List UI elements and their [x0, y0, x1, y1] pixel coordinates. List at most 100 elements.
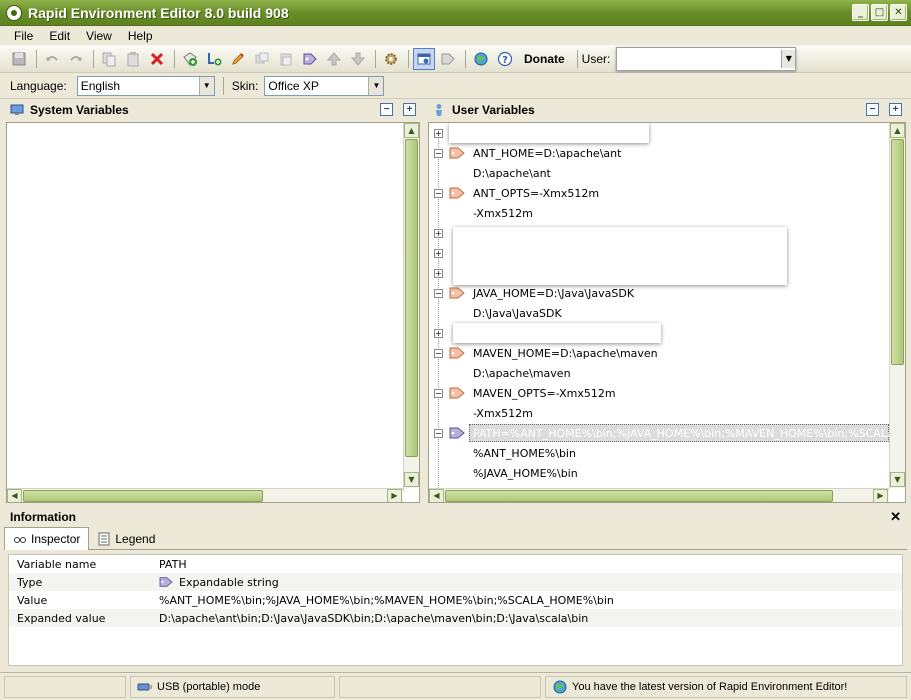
- expand-icon[interactable]: +: [434, 268, 443, 278]
- expand-icon[interactable]: +: [434, 328, 443, 338]
- copy-variable-button[interactable]: [251, 48, 273, 70]
- scroll-thumb[interactable]: [445, 490, 833, 502]
- scroll-up-button[interactable]: ▲: [404, 123, 419, 138]
- tree-row-label: %JAVA_HOME%\bin: [473, 466, 578, 480]
- help-button[interactable]: ?: [494, 48, 516, 70]
- expand-icon[interactable]: +: [434, 248, 443, 258]
- globe-icon: [474, 52, 488, 65]
- expand-icon[interactable]: +: [434, 128, 443, 138]
- scroll-thumb[interactable]: [891, 139, 904, 365]
- tree-row-value[interactable]: D:\apache\ant: [429, 163, 889, 183]
- tree-row-value[interactable]: %ANT_HOME%\bin: [429, 443, 889, 463]
- expandable-string-button[interactable]: [299, 48, 321, 70]
- scroll-right-button[interactable]: ▶: [387, 489, 402, 502]
- scroll-down-button[interactable]: ▼: [404, 472, 419, 487]
- collapse-icon[interactable]: −: [434, 428, 443, 438]
- user-horizontal-scrollbar[interactable]: ◀ ▶: [429, 488, 889, 502]
- tree-row-variable[interactable]: − MAVEN_OPTS=-Xmx512m: [429, 383, 889, 403]
- collapse-icon[interactable]: −: [434, 388, 443, 398]
- close-button[interactable]: ✕: [890, 4, 907, 21]
- tab-legend[interactable]: Legend: [89, 527, 163, 550]
- chevron-down-icon[interactable]: ▼: [368, 76, 384, 95]
- copy-button[interactable]: [98, 48, 120, 70]
- save-button[interactable]: [8, 48, 30, 70]
- status-mode-text: USB (portable) mode: [157, 680, 261, 693]
- user-vertical-scrollbar[interactable]: ▲ ▼: [889, 123, 905, 488]
- menu-help[interactable]: Help: [122, 29, 159, 43]
- skin-value: Office XP: [268, 78, 319, 93]
- system-vertical-scrollbar[interactable]: ▲ ▼: [403, 123, 419, 488]
- inspector-value[interactable]: PATH: [159, 558, 187, 571]
- tree-row-value[interactable]: D:\apache\maven: [429, 363, 889, 383]
- status-empty: [4, 675, 126, 698]
- toolbar-separator: [375, 49, 376, 68]
- inspector-value[interactable]: Expandable string: [159, 576, 279, 589]
- system-variables-tree[interactable]: ▲ ▼ ◀ ▶: [6, 122, 420, 503]
- add-variable-icon: [183, 51, 197, 66]
- tree-row-value[interactable]: D:\Java\JavaSDK: [429, 303, 889, 323]
- expand-all-button[interactable]: +: [889, 103, 902, 116]
- tree-row-value[interactable]: -Xmx512m: [429, 203, 889, 223]
- settings-button[interactable]: [380, 48, 402, 70]
- collapse-icon[interactable]: −: [434, 288, 443, 298]
- minimize-button[interactable]: _: [852, 4, 869, 21]
- tree-row-variable[interactable]: − JAVA_HOME=D:\Java\JavaSDK: [429, 283, 889, 303]
- paste-button[interactable]: [122, 48, 144, 70]
- skin-select[interactable]: Office XP ▼: [264, 75, 385, 96]
- system-horizontal-scrollbar[interactable]: ◀ ▶: [7, 488, 403, 502]
- information-button[interactable]: [413, 47, 435, 70]
- scroll-thumb[interactable]: [405, 139, 418, 457]
- collapse-icon[interactable]: −: [434, 348, 443, 358]
- main-toolbar: ? Donate User: ▼: [0, 45, 911, 73]
- collapse-icon[interactable]: −: [434, 148, 443, 158]
- scroll-thumb[interactable]: [23, 490, 263, 502]
- chevron-down-icon[interactable]: ▼: [198, 76, 214, 95]
- tree-row-variable[interactable]: − ANT_HOME=D:\apache\ant: [429, 143, 889, 163]
- user-select[interactable]: ▼: [616, 46, 797, 71]
- add-variable-button[interactable]: [179, 48, 201, 70]
- legend-button[interactable]: [437, 48, 459, 70]
- undo-button[interactable]: [41, 48, 63, 70]
- scroll-right-button[interactable]: ▶: [873, 489, 888, 502]
- add-value-button[interactable]: [203, 48, 225, 70]
- tree-row-variable[interactable]: − MAVEN_HOME=D:\apache\maven: [429, 343, 889, 363]
- tree-row-variable[interactable]: − PATH=%ANT_HOME%\bin;%JAVA_HOME%\bin;%MA…: [429, 423, 905, 443]
- paste-variable-icon: [280, 53, 292, 65]
- scroll-up-button[interactable]: ▲: [890, 123, 905, 138]
- chevron-down-icon[interactable]: ▼: [781, 49, 796, 68]
- edit-button[interactable]: [227, 48, 249, 70]
- paste-variable-button[interactable]: [275, 48, 297, 70]
- tree-row-value[interactable]: %JAVA_HOME%\bin: [429, 463, 889, 483]
- maximize-button[interactable]: □: [871, 4, 888, 21]
- save-icon: [12, 52, 26, 65]
- scroll-down-button[interactable]: ▼: [890, 472, 905, 487]
- web-button[interactable]: [470, 48, 492, 70]
- menu-file[interactable]: File: [8, 29, 39, 43]
- inspector-key: Value: [17, 593, 48, 607]
- inspector-value[interactable]: %ANT_HOME%\bin;%JAVA_HOME%\bin;%MAVEN_HO…: [159, 594, 614, 607]
- scroll-left-button[interactable]: ◀: [7, 489, 22, 502]
- donate-button[interactable]: Donate: [524, 52, 565, 66]
- menu-view[interactable]: View: [80, 29, 118, 43]
- tree-row-value[interactable]: -Xmx512m: [429, 403, 889, 423]
- move-down-button[interactable]: [347, 48, 369, 70]
- close-icon[interactable]: ✕: [890, 509, 901, 525]
- arrow-down-icon: [350, 52, 366, 66]
- tab-inspector[interactable]: Inspector: [4, 527, 90, 550]
- collapse-all-button[interactable]: −: [380, 103, 393, 116]
- scroll-left-button[interactable]: ◀: [429, 489, 444, 502]
- expand-all-button[interactable]: +: [403, 103, 416, 116]
- collapse-all-button[interactable]: −: [866, 103, 879, 116]
- move-up-button[interactable]: [323, 48, 345, 70]
- tree-row-variable[interactable]: − ANT_OPTS=-Xmx512m: [429, 183, 889, 203]
- collapse-icon[interactable]: −: [434, 188, 443, 198]
- menu-edit[interactable]: Edit: [43, 29, 76, 43]
- tree-row-label: -Xmx512m: [473, 206, 533, 220]
- expand-icon[interactable]: +: [434, 228, 443, 238]
- redo-button[interactable]: [65, 48, 87, 70]
- language-select[interactable]: English ▼: [76, 75, 215, 96]
- toolbar-separator: [408, 49, 409, 68]
- delete-button[interactable]: [146, 48, 168, 70]
- inspector-value[interactable]: D:\apache\ant\bin;D:\Java\JavaSDK\bin;D:…: [159, 612, 588, 625]
- user-variables-tree[interactable]: %JAVA_HOME%\bin %ANT_HOME%\bin − PATH=%ANT_…: [428, 122, 906, 503]
